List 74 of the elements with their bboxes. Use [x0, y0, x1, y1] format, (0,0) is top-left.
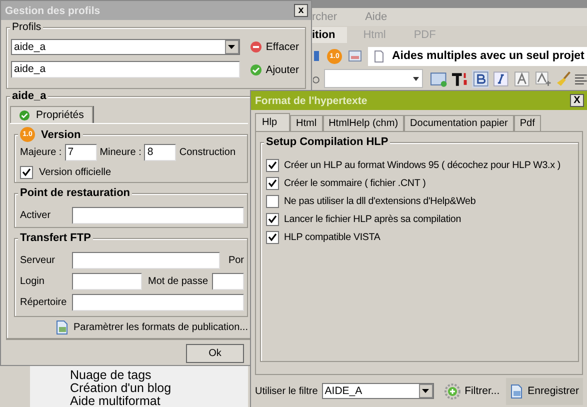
field-label: Utiliser le filtre — [255, 386, 318, 396]
tab[interactable]: Hlp — [255, 113, 290, 131]
image-icon[interactable] — [348, 49, 362, 63]
filter-dropdown[interactable]: AIDE_A — [322, 383, 434, 399]
font-icon[interactable] — [513, 70, 531, 88]
project-title-field[interactable]: Aides multiples avec un seul projet — [368, 46, 587, 66]
broom-icon[interactable] — [554, 70, 572, 88]
checkbox-label: Ne pas utiliser la dll d'extensions d'Help&Web — [284, 196, 476, 206]
field-label: Por — [228, 255, 244, 266]
server-field[interactable] — [72, 252, 220, 269]
field-label: Login — [20, 276, 46, 287]
document-icon — [374, 50, 384, 62]
profile-dropdown[interactable]: aide_a — [11, 39, 240, 55]
profile-name-field[interactable]: aide_a — [11, 61, 240, 78]
ok-button[interactable]: Ok — [186, 344, 244, 363]
close-button[interactable]: x — [294, 4, 308, 17]
caret-icon — [228, 45, 236, 49]
field-label: Mineure : — [100, 147, 142, 158]
checkbox[interactable] — [266, 158, 279, 172]
delete-icon — [250, 41, 262, 53]
directory-field[interactable] — [72, 294, 244, 311]
italic-icon[interactable] — [492, 70, 510, 88]
tab[interactable]: ition — [310, 27, 348, 43]
document-icon — [56, 320, 70, 335]
checkbox-label: Version officielle — [39, 167, 112, 178]
group-legend: aide_a — [10, 89, 48, 103]
tab[interactable]: Pdf — [514, 115, 541, 131]
delete-button[interactable]: Effacer — [248, 39, 301, 55]
field-label: Serveur — [20, 255, 56, 266]
tab[interactable]: Html — [290, 115, 323, 131]
bold-icon[interactable] — [472, 70, 490, 88]
checkbox-label: Créer un HLP au format Windows 95 ( décochez pour HLP W3.x ) — [284, 160, 561, 170]
close-button[interactable]: X — [570, 94, 584, 107]
checkbox[interactable] — [266, 230, 279, 244]
document-icon — [510, 384, 524, 398]
field-label: Construction — [179, 147, 236, 158]
check-icon — [19, 110, 30, 120]
window-title: Format de l'hypertexte — [255, 94, 368, 106]
list-item[interactable]: Création d'un blog — [70, 382, 248, 395]
font-add-icon[interactable] — [534, 70, 552, 88]
activate-field[interactable] — [72, 207, 244, 224]
formats-link[interactable]: Paramètrer les formats de publication... — [56, 320, 248, 335]
save-button[interactable]: Enregistrer — [506, 378, 583, 404]
major-field[interactable]: 7 — [64, 144, 97, 161]
caret-icon — [413, 76, 420, 80]
checkbox-label: Créer le sommaire ( fichier .CNT ) — [284, 178, 426, 188]
filter-button[interactable]: Filtrer... — [442, 380, 502, 402]
checkbox-label: Lancer le fichier HLP après sa compilation — [284, 214, 462, 224]
list-item[interactable]: Aide multiformat — [70, 395, 248, 407]
checkbox-label: HLP compatible VISTA — [284, 232, 380, 242]
check-icon — [250, 64, 262, 76]
tab[interactable]: HtmlHelp (chm) — [322, 115, 404, 131]
tab[interactable]: Documentation papier — [404, 115, 514, 131]
caret-icon — [422, 389, 430, 393]
tab[interactable]: Propriétés — [10, 106, 93, 123]
align-icon[interactable] — [575, 72, 587, 84]
window-title: Gestion des profils — [5, 4, 100, 16]
field-label: Majeure : — [20, 147, 62, 158]
toolbar-icon[interactable] — [313, 49, 321, 63]
checkbox[interactable] — [266, 194, 279, 208]
field-label: Répertoire — [20, 297, 68, 308]
checkbox[interactable] — [266, 212, 279, 226]
field-label: Mot de passe — [148, 276, 208, 287]
add-button[interactable]: Ajouter — [248, 62, 301, 78]
group-legend: Version — [41, 128, 81, 142]
password-field[interactable] — [212, 273, 244, 290]
login-field[interactable] — [72, 273, 142, 290]
group-legend: Setup Compilation HLP — [264, 135, 390, 149]
field-label: Activer — [20, 210, 52, 221]
checkbox[interactable] — [266, 176, 279, 190]
gear-plus-icon — [444, 382, 461, 400]
checkbox[interactable] — [20, 166, 33, 179]
minor-field[interactable]: 8 — [144, 144, 176, 161]
list-item[interactable]: Nuage de tags — [70, 369, 248, 382]
